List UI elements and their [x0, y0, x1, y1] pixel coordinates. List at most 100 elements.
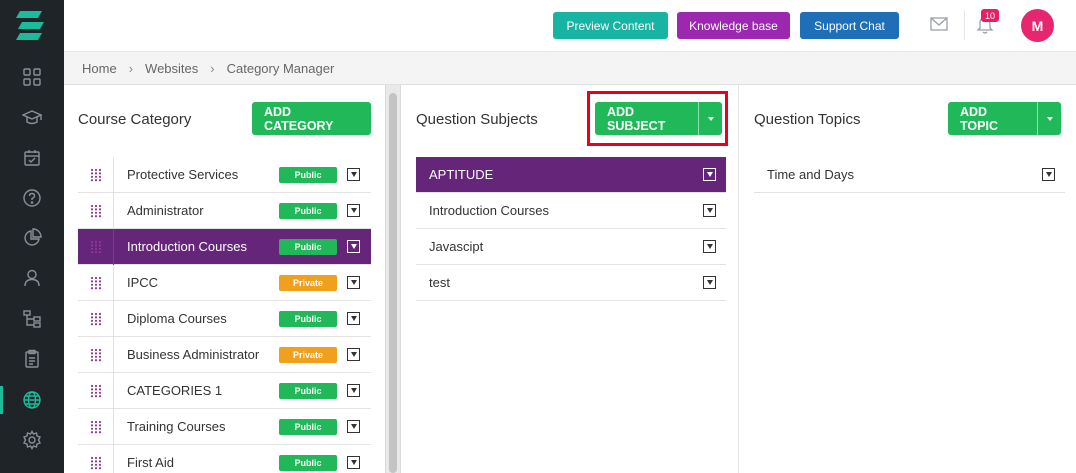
course-category-list: Protective Services Public Administrator Pu…	[78, 157, 371, 473]
add-category-button[interactable]: ADD CATEGORY	[252, 102, 371, 135]
avatar[interactable]: M	[1021, 9, 1054, 42]
item-label: Javascipt	[429, 239, 484, 254]
dashboard-icon[interactable]	[22, 67, 42, 87]
breadcrumb-home[interactable]: Home	[82, 61, 117, 76]
item-label: Time and Days	[767, 167, 854, 182]
list-item[interactable]: Javascipt	[416, 229, 726, 265]
list-item[interactable]: test	[416, 265, 726, 301]
highlight-box	[587, 91, 728, 146]
top-header: Preview Content Knowledge base Support C…	[64, 0, 1076, 52]
row-divider	[113, 157, 114, 193]
graduation-cap-icon[interactable]	[22, 107, 42, 127]
status-badge: Public	[279, 203, 337, 219]
sidebar	[0, 0, 64, 473]
status-badge: Public	[279, 383, 337, 399]
row-divider	[113, 445, 114, 473]
row-dropdown-icon[interactable]	[347, 204, 360, 217]
list-item[interactable]: IPCC Private	[78, 265, 371, 301]
row-divider	[113, 301, 114, 337]
item-label: APTITUDE	[429, 167, 494, 182]
row-dropdown-icon[interactable]	[1042, 168, 1055, 181]
question-subjects-title: Question Subjects	[416, 111, 538, 128]
chevron-right-icon: ›	[128, 60, 134, 76]
category-label: CATEGORIES 1	[127, 383, 223, 398]
drag-handle-icon[interactable]	[90, 348, 102, 362]
drag-handle-icon[interactable]	[90, 456, 102, 470]
drag-handle-icon[interactable]	[90, 420, 102, 434]
row-dropdown-icon[interactable]	[347, 348, 360, 361]
app-logo-icon[interactable]	[16, 9, 46, 43]
breadcrumb-websites[interactable]: Websites	[145, 61, 198, 76]
hierarchy-icon[interactable]	[22, 309, 42, 329]
list-item[interactable]: Time and Days	[754, 157, 1065, 193]
category-label: Introduction Courses	[127, 239, 247, 254]
row-dropdown-icon[interactable]	[347, 168, 360, 181]
add-topic-button[interactable]: ADD TOPIC	[948, 102, 1061, 135]
status-badge: Private	[279, 347, 337, 363]
question-topics-list: Time and Days	[754, 157, 1065, 193]
item-label: test	[429, 275, 450, 290]
drag-handle-icon[interactable]	[90, 204, 102, 218]
row-divider	[113, 337, 114, 373]
category-label: Diploma Courses	[127, 311, 227, 326]
row-dropdown-icon[interactable]	[347, 384, 360, 397]
status-badge: Public	[279, 455, 337, 471]
list-item[interactable]: Diploma Courses Public	[78, 301, 371, 337]
status-badge: Public	[279, 311, 337, 327]
calendar-check-icon[interactable]	[22, 148, 42, 168]
clipboard-icon[interactable]	[22, 349, 42, 369]
scrollbar-thumb[interactable]	[389, 93, 397, 473]
row-dropdown-icon[interactable]	[347, 312, 360, 325]
list-item[interactable]: APTITUDE	[416, 157, 726, 193]
list-item[interactable]: Protective Services Public	[78, 157, 371, 193]
row-dropdown-icon[interactable]	[703, 168, 716, 181]
category-label: Business Administrator	[127, 347, 260, 362]
pie-chart-icon[interactable]	[22, 228, 42, 248]
category-label: Administrator	[127, 203, 204, 218]
list-item[interactable]: First Aid Public	[78, 445, 371, 473]
drag-handle-icon[interactable]	[90, 312, 102, 326]
gear-icon[interactable]	[22, 430, 42, 450]
status-badge: Public	[279, 419, 337, 435]
list-item[interactable]: Administrator Public	[78, 193, 371, 229]
list-item[interactable]: Training Courses Public	[78, 409, 371, 445]
row-dropdown-icon[interactable]	[703, 204, 716, 217]
row-divider	[113, 265, 114, 301]
drag-handle-icon[interactable]	[90, 384, 102, 398]
course-category-panel: Course Category ADD CATEGORY Protective …	[64, 85, 385, 473]
drag-handle-icon[interactable]	[90, 276, 102, 290]
drag-handle-icon[interactable]	[90, 168, 102, 182]
notification-badge: 10	[981, 9, 999, 22]
list-item[interactable]: Introduction Courses Public	[78, 229, 371, 265]
row-dropdown-icon[interactable]	[347, 456, 360, 469]
row-dropdown-icon[interactable]	[347, 240, 360, 253]
breadcrumb-category-manager: Category Manager	[226, 60, 335, 76]
chevron-right-icon: ›	[210, 60, 215, 76]
user-icon[interactable]	[22, 268, 42, 288]
list-item[interactable]: CATEGORIES 1 Public	[78, 373, 371, 409]
breadcrumb: Home › Websites › Category Manager	[64, 52, 1076, 85]
list-item[interactable]: Business Administrator Private	[78, 337, 371, 373]
row-dropdown-icon[interactable]	[347, 276, 360, 289]
row-dropdown-icon[interactable]	[703, 276, 716, 289]
list-item[interactable]: Introduction Courses	[416, 193, 726, 229]
add-topic-dropdown[interactable]	[1037, 102, 1061, 135]
add-topic-label: ADD TOPIC	[960, 104, 998, 133]
support-chat-button[interactable]: Support Chat	[800, 12, 899, 39]
globe-icon[interactable]	[22, 390, 42, 410]
caret-down-icon	[1046, 116, 1053, 121]
row-dropdown-icon[interactable]	[703, 240, 716, 253]
item-label: Introduction Courses	[429, 203, 549, 218]
panel-scrollbar[interactable]	[385, 85, 401, 473]
help-circle-icon[interactable]	[22, 188, 42, 208]
row-divider	[113, 229, 114, 265]
course-category-title: Course Category	[78, 111, 192, 128]
row-dropdown-icon[interactable]	[347, 420, 360, 433]
row-divider	[113, 373, 114, 409]
status-badge: Public	[279, 239, 337, 255]
drag-handle-icon[interactable]	[90, 240, 102, 254]
mail-icon[interactable]	[930, 16, 948, 32]
question-topics-panel: Question Topics ADD TOPIC Time and Days	[740, 85, 1076, 473]
knowledge-base-button[interactable]: Knowledge base	[677, 12, 790, 39]
preview-content-button[interactable]: Preview Content	[553, 12, 668, 39]
